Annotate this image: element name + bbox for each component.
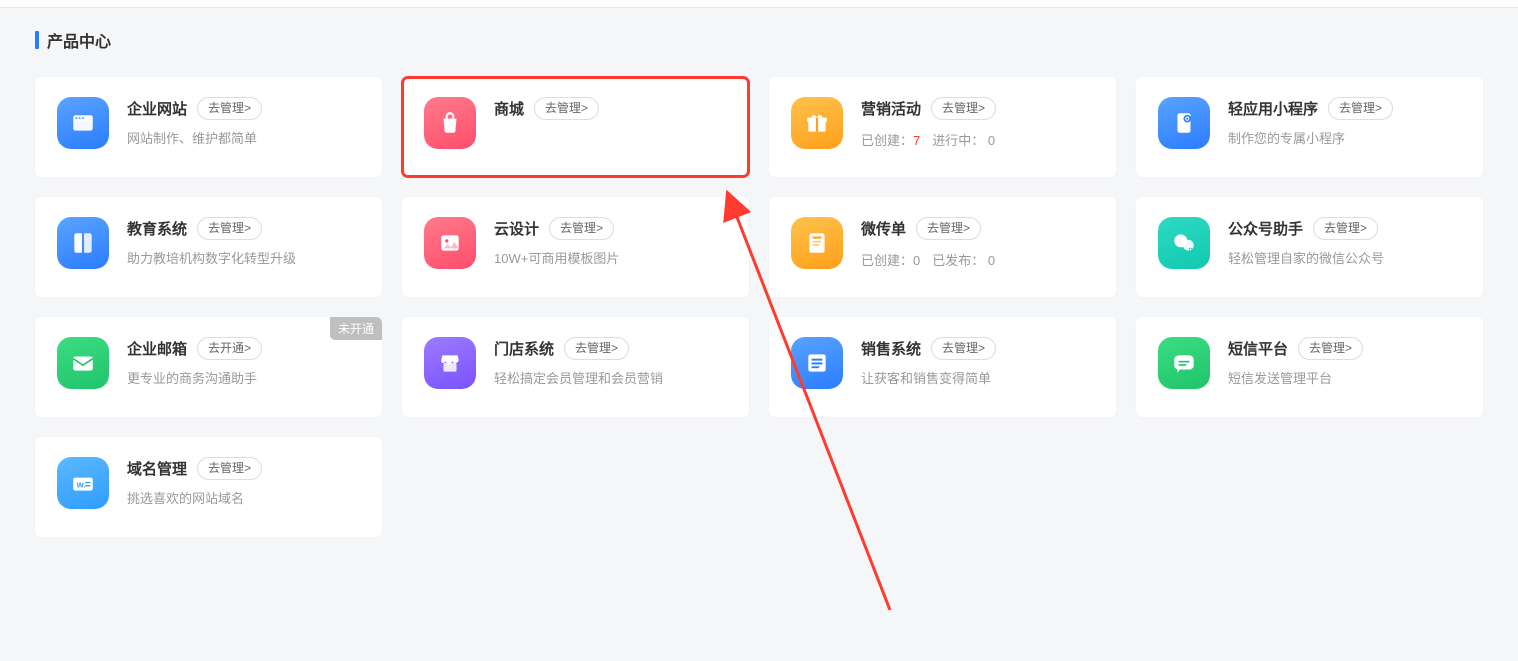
product-card-sms[interactable]: 短信平台去管理> 短信发送管理平台	[1136, 317, 1483, 417]
manage-button[interactable]: 去管理>	[1328, 97, 1393, 120]
card-title: 企业网站	[127, 98, 187, 119]
manage-button[interactable]: 去管理>	[197, 217, 262, 240]
miniapp-icon	[1158, 97, 1210, 149]
card-desc: 网站制作、维护都简单	[127, 130, 360, 148]
card-title: 教育系统	[127, 218, 187, 239]
wechat-icon	[1158, 217, 1210, 269]
domain-icon	[57, 457, 109, 509]
product-card-mall[interactable]: 商城去管理>	[402, 77, 749, 177]
card-title: 微传单	[861, 218, 906, 239]
card-title: 轻应用小程序	[1228, 98, 1318, 119]
open-button[interactable]: 去开通>	[197, 337, 262, 360]
card-desc: 助力教培机构数字化转型升级	[127, 250, 360, 268]
card-desc: 更专业的商务沟通助手	[127, 370, 360, 388]
card-title: 营销活动	[861, 98, 921, 119]
product-card-shop[interactable]: 门店系统去管理> 轻松搞定会员管理和会员营销	[402, 317, 749, 417]
manage-button[interactable]: 去管理>	[549, 217, 614, 240]
gift-icon	[791, 97, 843, 149]
manage-button[interactable]: 去管理>	[197, 457, 262, 480]
card-title: 短信平台	[1228, 338, 1288, 359]
card-title: 销售系统	[861, 338, 921, 359]
window-icon	[57, 97, 109, 149]
bag-icon	[424, 97, 476, 149]
top-divider	[0, 0, 1518, 8]
store-icon	[424, 337, 476, 389]
chat-icon	[1158, 337, 1210, 389]
unopened-badge: 未开通	[330, 317, 382, 340]
image-icon	[424, 217, 476, 269]
manage-button[interactable]: 去管理>	[1313, 217, 1378, 240]
card-desc: 轻松管理自家的微信公众号	[1228, 250, 1461, 268]
manage-button[interactable]: 去管理>	[916, 217, 981, 240]
book-icon	[57, 217, 109, 269]
product-card-wechat[interactable]: 公众号助手去管理> 轻松管理自家的微信公众号	[1136, 197, 1483, 297]
product-card-design[interactable]: 云设计去管理> 10W+可商用模板图片	[402, 197, 749, 297]
manage-button[interactable]: 去管理>	[564, 337, 629, 360]
manage-button[interactable]: 去管理>	[931, 97, 996, 120]
manage-button[interactable]: 去管理>	[197, 97, 262, 120]
product-card-sales[interactable]: 销售系统去管理> 让获客和销售变得简单	[769, 317, 1116, 417]
card-stats: 已创建：0已发布： 0	[861, 250, 1094, 269]
list-icon	[791, 337, 843, 389]
card-desc: 挑选喜欢的网站域名	[127, 490, 360, 508]
manage-button[interactable]: 去管理>	[534, 97, 599, 120]
product-card-domain[interactable]: 域名管理去管理> 挑选喜欢的网站域名	[35, 437, 382, 537]
product-center-container: 产品中心 企业网站去管理>网站制作、维护都简单商城去管理>营销活动去管理>已创建…	[0, 8, 1518, 557]
card-title: 企业邮箱	[127, 338, 187, 359]
card-title: 域名管理	[127, 458, 187, 479]
card-title: 云设计	[494, 218, 539, 239]
product-card-miniapp[interactable]: 轻应用小程序去管理> 制作您的专属小程序	[1136, 77, 1483, 177]
product-card-flyer[interactable]: 微传单去管理> 已创建：0已发布： 0	[769, 197, 1116, 297]
manage-button[interactable]: 去管理>	[931, 337, 996, 360]
card-desc: 短信发送管理平台	[1228, 370, 1461, 388]
card-title: 公众号助手	[1228, 218, 1303, 239]
card-desc: 轻松搞定会员管理和会员营销	[494, 370, 727, 388]
card-stats: 已创建：7进行中： 0	[861, 130, 1094, 149]
product-card-edu[interactable]: 教育系统去管理> 助力教培机构数字化转型升级	[35, 197, 382, 297]
mail-icon	[57, 337, 109, 389]
flyer-icon	[791, 217, 843, 269]
card-title: 门店系统	[494, 338, 554, 359]
product-card-email[interactable]: 企业邮箱去开通> 更专业的商务沟通助手 未开通	[35, 317, 382, 417]
manage-button[interactable]: 去管理>	[1298, 337, 1363, 360]
card-title: 商城	[494, 98, 524, 119]
product-card-site[interactable]: 企业网站去管理> 网站制作、维护都简单	[35, 77, 382, 177]
card-desc: 让获客和销售变得简单	[861, 370, 1094, 388]
product-grid: 企业网站去管理>网站制作、维护都简单商城去管理>营销活动去管理>已创建：7进行中…	[35, 77, 1483, 537]
product-card-marketing[interactable]: 营销活动去管理> 已创建：7进行中： 0	[769, 77, 1116, 177]
card-desc: 制作您的专属小程序	[1228, 130, 1461, 148]
card-desc: 10W+可商用模板图片	[494, 250, 727, 268]
section-title: 产品中心	[35, 28, 1483, 52]
